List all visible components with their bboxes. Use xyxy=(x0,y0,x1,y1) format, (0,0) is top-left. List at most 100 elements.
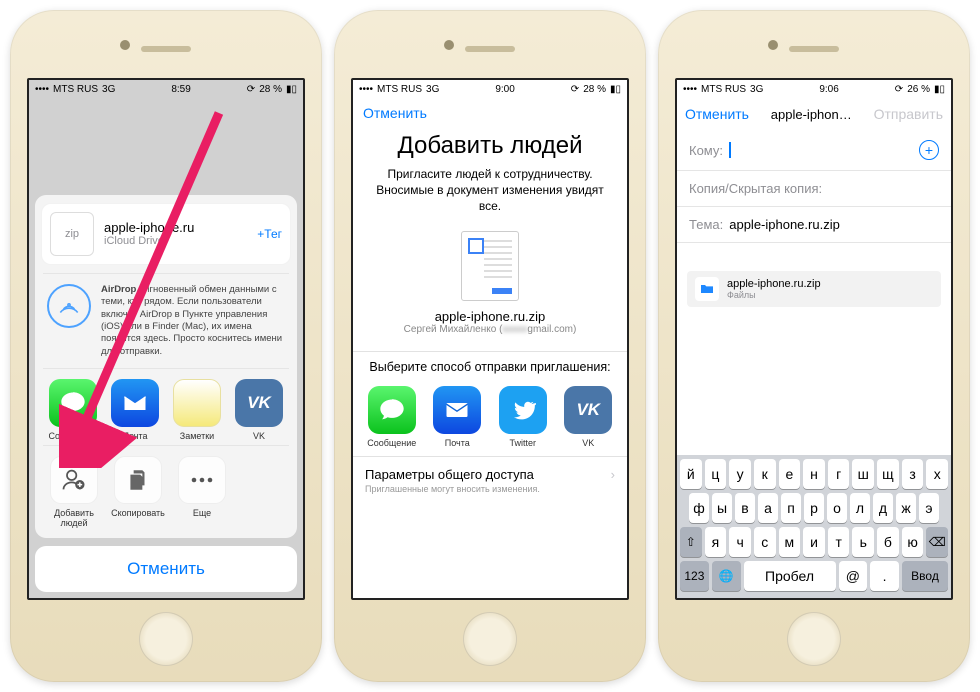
share-app-messages[interactable]: Сообщение xyxy=(45,379,101,441)
share-actions-row: Добавить людей Скопировать Еще xyxy=(43,445,289,528)
key-е[interactable]: е xyxy=(779,459,801,489)
add-people-icon xyxy=(50,456,98,504)
add-contact-button[interactable]: + xyxy=(919,140,939,160)
key-т[interactable]: т xyxy=(828,527,850,557)
messages-icon xyxy=(49,379,97,427)
share-app-mail[interactable]: Почта xyxy=(107,379,163,441)
cancel-button[interactable]: Отменить xyxy=(363,105,427,121)
key-ж[interactable]: ж xyxy=(896,493,916,523)
subject-field[interactable]: Тема: apple-iphone.ru.zip xyxy=(677,207,951,243)
chevron-right-icon: › xyxy=(611,467,615,482)
key-м[interactable]: м xyxy=(779,527,801,557)
key-я[interactable]: я xyxy=(705,527,727,557)
key-at[interactable]: @ xyxy=(839,561,868,591)
home-button[interactable] xyxy=(787,612,841,666)
key-и[interactable]: и xyxy=(803,527,825,557)
key-й[interactable]: й xyxy=(680,459,702,489)
invite-app-messages[interactable]: Сообщение xyxy=(363,386,421,448)
key-д[interactable]: д xyxy=(873,493,893,523)
key-н[interactable]: н xyxy=(803,459,825,489)
home-button[interactable] xyxy=(139,612,193,666)
file-thumbnail: zip xyxy=(50,212,94,256)
notes-icon xyxy=(173,379,221,427)
keyboard: йцукенгшщзх фывапролджэ ⇧ячсмитьбю⌫ 123 … xyxy=(677,455,951,598)
key-ь[interactable]: ь xyxy=(852,527,874,557)
folder-icon xyxy=(695,277,719,301)
twitter-icon xyxy=(499,386,547,434)
key-п[interactable]: п xyxy=(781,493,801,523)
key-б[interactable]: б xyxy=(877,527,899,557)
key-э[interactable]: э xyxy=(919,493,939,523)
key-ц[interactable]: ц xyxy=(705,459,727,489)
action-copy[interactable]: Скопировать xyxy=(109,456,167,528)
key-в[interactable]: в xyxy=(735,493,755,523)
to-field[interactable]: Кому: + xyxy=(677,130,951,171)
share-app-notes[interactable]: Заметки xyxy=(169,379,225,441)
key-с[interactable]: с xyxy=(754,527,776,557)
key-з[interactable]: з xyxy=(902,459,924,489)
share-settings-row[interactable]: Параметры общего доступа› xyxy=(353,456,627,484)
phone-1: ••••MTS RUS3G 8:59 ⟳28 %▮▯ zip apple-iph… xyxy=(10,10,322,682)
invite-app-mail[interactable]: Почта xyxy=(429,386,487,448)
key-shift[interactable]: ⇧ xyxy=(680,527,702,557)
key-щ[interactable]: щ xyxy=(877,459,899,489)
document-owner: Сергей Михайленко (xxxxxgmail.com) xyxy=(353,324,627,345)
key-dot[interactable]: . xyxy=(870,561,899,591)
document-icon xyxy=(461,231,519,301)
key-123[interactable]: 123 xyxy=(680,561,709,591)
key-р[interactable]: р xyxy=(804,493,824,523)
file-location: iCloud Drive xyxy=(104,235,247,247)
key-backspace[interactable]: ⌫ xyxy=(926,527,948,557)
airdrop-section[interactable]: AirDrop. Мгновенный обмен данными с теми… xyxy=(43,273,289,368)
invite-apps-row: Сообщение Почта Twitter VKVK xyxy=(353,382,627,450)
copy-icon xyxy=(114,456,162,504)
cc-field[interactable]: Копия/Скрытая копия: xyxy=(677,171,951,207)
text-cursor xyxy=(729,142,731,158)
file-header: zip apple-iphone.ru iCloud Drive +Тег xyxy=(41,203,291,265)
page-title: Добавить людей xyxy=(353,128,627,166)
cancel-button[interactable]: Отменить xyxy=(35,546,297,592)
invite-app-vk[interactable]: VKVK xyxy=(560,386,618,448)
key-а[interactable]: а xyxy=(758,493,778,523)
status-bar: ••••MTS RUS3G 9:06 ⟳26 %▮▯ xyxy=(677,80,951,98)
key-ч[interactable]: ч xyxy=(729,527,751,557)
document-name: apple-iphone.ru.zip xyxy=(353,309,627,324)
key-ф[interactable]: ф xyxy=(689,493,709,523)
add-tag-button[interactable]: +Тег xyxy=(257,227,282,241)
messages-icon xyxy=(368,386,416,434)
invite-app-twitter[interactable]: Twitter xyxy=(494,386,552,448)
key-ю[interactable]: ю xyxy=(902,527,924,557)
phone-3: ••••MTS RUS3G 9:06 ⟳26 %▮▯ Отменить appl… xyxy=(658,10,970,682)
key-л[interactable]: л xyxy=(850,493,870,523)
action-add-people[interactable]: Добавить людей xyxy=(45,456,103,528)
cancel-button[interactable]: Отменить xyxy=(685,106,749,122)
key-ш[interactable]: ш xyxy=(852,459,874,489)
vk-icon: VK xyxy=(564,386,612,434)
share-apps-row: Сообщение Почта Заметки VKVK xyxy=(43,368,289,445)
send-button[interactable]: Отправить xyxy=(874,106,943,122)
compose-nav: Отменить apple-iphon… Отправить xyxy=(677,98,951,130)
share-sheet: zip apple-iphone.ru iCloud Drive +Тег Ai… xyxy=(29,195,303,598)
mail-icon xyxy=(111,379,159,427)
mail-icon xyxy=(433,386,481,434)
more-icon xyxy=(178,456,226,504)
key-х[interactable]: х xyxy=(926,459,948,489)
page-subtitle: Пригласите людей к сотрудничеству. Вноси… xyxy=(353,166,627,227)
key-к[interactable]: к xyxy=(754,459,776,489)
airdrop-icon xyxy=(47,284,91,328)
vk-icon: VK xyxy=(235,379,283,427)
key-ы[interactable]: ы xyxy=(712,493,732,523)
phone-2: ••••MTS RUS3G 9:00 ⟳28 %▮▯ Отменить Доба… xyxy=(334,10,646,682)
nav-title: apple-iphon… xyxy=(749,107,874,122)
key-globe[interactable]: 🌐 xyxy=(712,561,741,591)
attachment-chip[interactable]: apple-iphone.ru.zipФайлы xyxy=(687,271,941,307)
key-space[interactable]: Пробел xyxy=(744,561,836,591)
status-bar: ••••MTS RUS3G 9:00 ⟳28 %▮▯ xyxy=(353,80,627,98)
key-у[interactable]: у xyxy=(729,459,751,489)
key-о[interactable]: о xyxy=(827,493,847,523)
key-enter[interactable]: Ввод xyxy=(902,561,948,591)
share-app-vk[interactable]: VKVK xyxy=(231,379,287,441)
key-г[interactable]: г xyxy=(828,459,850,489)
home-button[interactable] xyxy=(463,612,517,666)
action-more[interactable]: Еще xyxy=(173,456,231,528)
